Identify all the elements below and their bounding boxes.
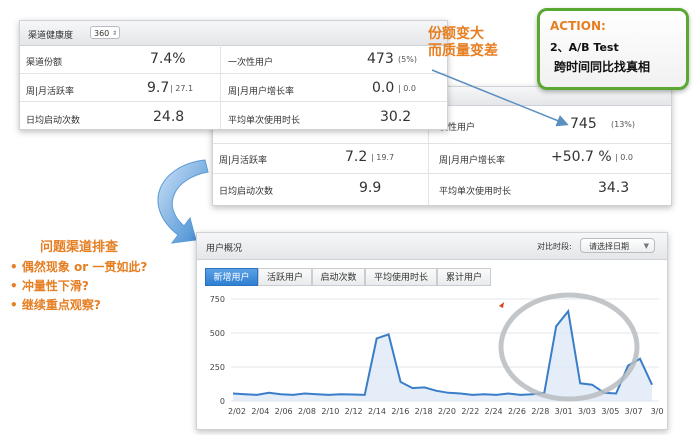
bullet-item: • 继续重点观察? xyxy=(10,298,101,312)
x-tick-label: 2/12 xyxy=(345,407,363,416)
x-tick-label: 3/05 xyxy=(601,407,619,416)
bullet-item: • 冲量性下滑? xyxy=(10,279,89,293)
bullet-item: • 偶然现象 or 一贯如此? xyxy=(10,260,148,274)
series-line xyxy=(232,308,653,396)
curved-arrow xyxy=(157,159,209,244)
pointer-arrow xyxy=(431,69,569,127)
y-tick-label: 250 xyxy=(210,363,225,372)
x-tick-label: 2/10 xyxy=(321,407,339,416)
x-tick-label: 3/03 xyxy=(578,407,596,416)
x-tick-label: 2/22 xyxy=(461,407,479,416)
new-users-line-chart: 0 250 500 750 2/02 2/04 2/06 2/08 2/10 2/12 2/14 2/… xyxy=(210,292,664,416)
y-tick-label: 500 xyxy=(210,329,225,338)
x-tick-label: 2/24 xyxy=(485,407,503,416)
x-tick-label: 3/07 xyxy=(625,407,643,416)
y-tick-label: 750 xyxy=(210,295,225,304)
x-tick-label: 2/18 xyxy=(415,407,433,416)
x-tick-label: 2/14 xyxy=(368,407,386,416)
x-tick-label: 2/28 xyxy=(531,407,549,416)
x-tick-label: 2/04 xyxy=(251,407,269,416)
series-area xyxy=(233,311,652,401)
x-tick-label: 2/26 xyxy=(508,407,526,416)
user-overview-panel: 用户概况 对比时段: 请选择日期 ▼ 新增用户 活跃用户 启动次数 平均使用时长… xyxy=(196,232,668,430)
x-tick-label: 2/02 xyxy=(228,407,246,416)
x-tick-label: 2/16 xyxy=(391,407,409,416)
x-tick-label: 2/06 xyxy=(275,407,293,416)
x-tick-label: 3/01 xyxy=(555,407,573,416)
x-tick-label: 2/20 xyxy=(438,407,456,416)
investigation-bullets: • 偶然现象 or 一贯如此? • 冲量性下滑? • 继续重点观察? xyxy=(10,258,147,315)
red-marker xyxy=(499,302,504,308)
x-tick-label: 2/08 xyxy=(298,407,316,416)
investigation-title: 问题渠道排查 xyxy=(40,240,119,255)
x-tick-label: 3/0 xyxy=(651,407,664,416)
y-tick-label: 0 xyxy=(220,397,225,406)
